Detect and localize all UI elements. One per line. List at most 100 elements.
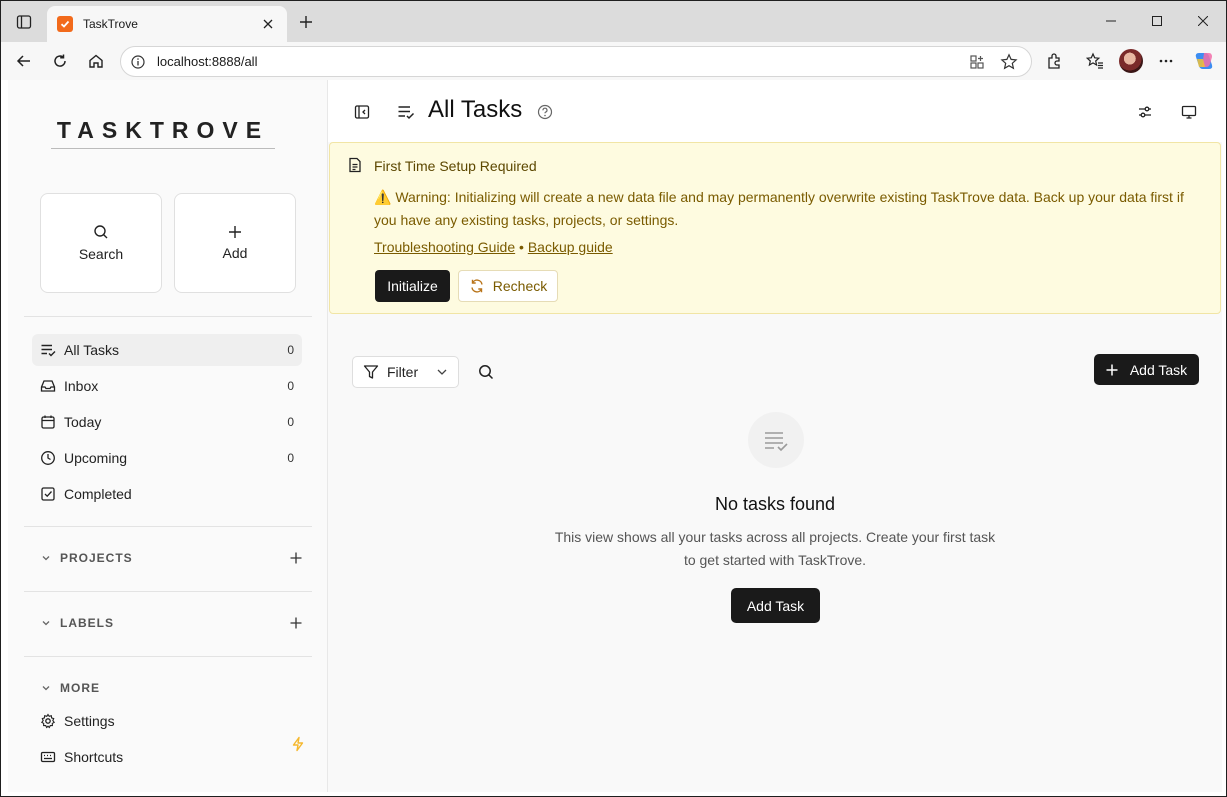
browser-tab[interactable]: TaskTrove [47, 6, 287, 42]
list-check-icon [394, 100, 418, 124]
divider [24, 316, 312, 317]
sidebar-item-label: Inbox [64, 378, 99, 394]
page-header: All Tasks [328, 80, 1222, 142]
add-task-label: Add Task [1129, 361, 1188, 378]
url-text: localhost:8888/all [157, 54, 258, 69]
backup-guide-link[interactable]: Backup guide [528, 239, 613, 255]
divider [24, 526, 312, 527]
tasktrove-favicon-icon [57, 16, 73, 32]
monitor-icon[interactable] [1177, 100, 1201, 124]
link-separator: • [519, 239, 524, 255]
banner-title: First Time Setup Required [374, 158, 537, 174]
window-controls [1088, 1, 1226, 41]
empty-state-description: This view shows all your tasks across al… [554, 529, 996, 568]
plus-icon [229, 226, 241, 238]
help-icon[interactable] [533, 100, 557, 124]
tasktrove-logo[interactable]: TASKTROVE [51, 117, 275, 149]
banner-warning-text: ⚠️ Warning: Initializing will create a n… [374, 189, 1184, 228]
sidebar-item-all-tasks[interactable]: All Tasks 0 [32, 334, 302, 366]
profile-avatar[interactable] [1119, 49, 1143, 73]
chevron-down-icon [437, 369, 447, 375]
favorites-icon[interactable] [1082, 49, 1108, 73]
app-available-icon[interactable] [965, 50, 989, 74]
url-input[interactable]: localhost:8888/all [120, 46, 1032, 77]
minimize-icon[interactable] [1088, 1, 1134, 41]
sidebar-item-label: Today [64, 414, 102, 430]
setup-warning-banner: First Time Setup Required ⚠️ Warning: In… [329, 142, 1221, 314]
close-tab-icon[interactable] [259, 15, 277, 33]
empty-state-title: No tasks found [714, 494, 836, 514]
search-icon [94, 225, 108, 239]
tab-bar: TaskTrove [1, 1, 1226, 42]
chevron-down-icon [40, 617, 52, 629]
search-tasks-icon[interactable] [476, 362, 496, 382]
sidebar-item-completed[interactable]: Completed [32, 478, 302, 510]
task-count: 0 [287, 379, 294, 393]
reload-icon[interactable] [47, 49, 73, 73]
keyboard-icon [40, 749, 56, 765]
labels-section-header[interactable]: LABELS [40, 611, 304, 635]
document-icon [347, 157, 363, 173]
sidebar-item-label: Upcoming [64, 450, 128, 466]
app-root: TASKTROVE Search Add All Tasks 0 Inbox 0… [8, 80, 1222, 792]
copilot-icon[interactable] [1191, 49, 1217, 73]
add-label-icon[interactable] [288, 615, 304, 631]
collapse-sidebar-icon[interactable] [350, 100, 374, 124]
address-bar: localhost:8888/all [1, 42, 1226, 80]
home-icon[interactable] [83, 49, 109, 73]
filter-icon [363, 365, 379, 379]
check-square-icon [40, 486, 56, 502]
initialize-button[interactable]: Initialize [375, 270, 450, 302]
empty-list-check-icon [748, 412, 804, 468]
more-section-header[interactable]: MORE [40, 676, 304, 700]
add-button[interactable]: Add [174, 193, 296, 293]
empty-add-task-button[interactable]: Add Task [731, 588, 820, 623]
gear-icon [40, 713, 56, 729]
filter-button[interactable]: Filter [352, 356, 459, 388]
sidebar-item-label: All Tasks [64, 342, 119, 358]
projects-section-header[interactable]: PROJECTS [40, 546, 304, 570]
lightning-bolt-icon[interactable] [290, 736, 306, 752]
task-count: 0 [287, 451, 294, 465]
favorite-star-icon[interactable] [997, 50, 1021, 74]
sidebar-item-label: Shortcuts [64, 749, 124, 765]
sidebar: TASKTROVE Search Add All Tasks 0 Inbox 0… [8, 80, 328, 792]
sidebar-item-shortcuts[interactable]: Shortcuts [32, 741, 302, 773]
add-button-label: Add [222, 245, 248, 261]
task-count: 0 [287, 343, 294, 357]
search-button[interactable]: Search [40, 193, 162, 293]
close-window-icon[interactable] [1180, 1, 1226, 41]
chevron-down-icon [40, 552, 52, 564]
sidebar-item-settings[interactable]: Settings [32, 705, 302, 737]
refresh-icon [471, 279, 483, 293]
sidebar-item-label: Completed [64, 486, 132, 502]
chevron-down-icon [40, 682, 52, 694]
recheck-button[interactable]: Recheck [458, 270, 558, 302]
extensions-icon[interactable] [1041, 49, 1067, 73]
inbox-icon [40, 378, 56, 394]
plus-icon [1106, 364, 1118, 375]
banner-links: Troubleshooting Guide • Backup guide [374, 239, 613, 255]
calendar-icon [40, 414, 56, 430]
sidebar-item-upcoming[interactable]: Upcoming 0 [32, 442, 302, 474]
task-count: 0 [287, 415, 294, 429]
add-project-icon[interactable] [288, 550, 304, 566]
back-icon[interactable] [11, 49, 37, 73]
sidebar-item-inbox[interactable]: Inbox 0 [32, 370, 302, 402]
tab-actions-icon[interactable] [13, 11, 35, 33]
maximize-icon[interactable] [1134, 1, 1180, 41]
troubleshooting-guide-link[interactable]: Troubleshooting Guide [374, 239, 515, 255]
projects-section-label: PROJECTS [60, 551, 133, 565]
add-task-button[interactable]: Add Task [1094, 354, 1199, 385]
view-options-icon[interactable] [1133, 100, 1157, 124]
clock-icon [40, 450, 56, 466]
sidebar-item-today[interactable]: Today 0 [32, 406, 302, 438]
search-button-label: Search [78, 246, 124, 262]
divider [24, 591, 312, 592]
tab-title: TaskTrove [83, 17, 138, 31]
page-title: All Tasks [428, 96, 523, 123]
more-options-icon[interactable] [1153, 49, 1179, 73]
new-tab-icon[interactable] [295, 11, 317, 33]
filter-label: Filter [387, 364, 419, 380]
site-info-icon[interactable] [131, 54, 145, 69]
